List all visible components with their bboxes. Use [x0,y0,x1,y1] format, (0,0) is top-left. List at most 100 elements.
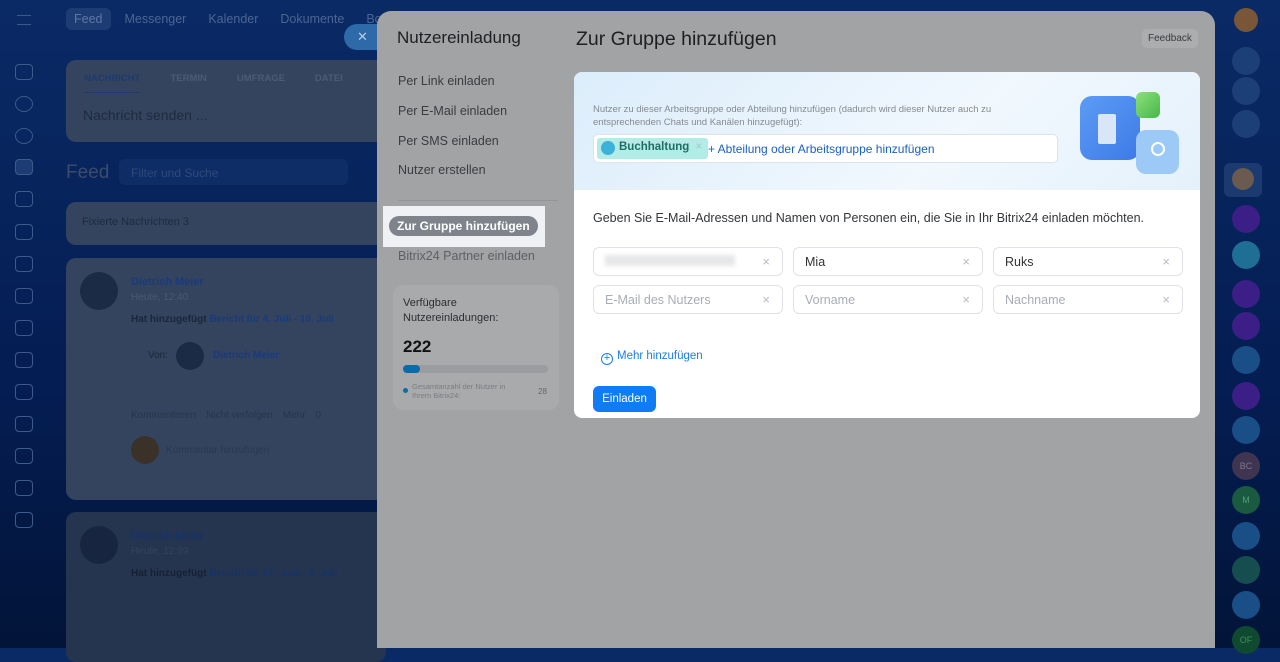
nav-messenger[interactable]: Messenger [117,8,195,30]
clear-icon[interactable]: × [1162,292,1170,307]
unfollow-link[interactable]: Nicht verfolgen [206,410,273,421]
from-label: Von: [148,350,169,361]
clear-icon[interactable]: × [1162,254,1170,269]
post-action: Hat hinzugefügt [131,568,207,579]
contact-avatar[interactable] [1224,163,1262,197]
drive-icon[interactable] [15,224,33,240]
email-field[interactable]: × [593,247,783,276]
first-name-value: Mia [805,255,826,269]
post-action: Hat hinzugefügt [131,314,207,325]
nav-link-invite[interactable]: Per Link einladen [398,74,495,88]
clear-icon[interactable]: × [962,292,970,307]
chat-bubble-icon[interactable] [1232,241,1260,269]
post-author[interactable]: Dietrich Meier [131,276,204,288]
task-icon[interactable] [1232,591,1260,619]
group-tag: Buchhaltung × [597,138,709,159]
composer-input[interactable]: Nachricht senden ... [66,93,386,137]
composer: NACHRICHT TERMIN UMFRAGE DATEI Nachricht… [66,60,386,142]
stats-total: 28 [538,387,547,396]
clear-icon[interactable]: × [762,254,770,269]
openline-icon[interactable] [1232,280,1260,308]
sign-icon[interactable] [15,384,33,400]
email-field[interactable]: E-Mail des Nutzers × [593,285,783,314]
tab-message[interactable]: NACHRICHT [84,73,141,93]
email-placeholder: E-Mail des Nutzers [605,293,711,307]
phone-icon[interactable] [1232,416,1260,444]
post-author[interactable]: Dietrich Meier [131,530,204,542]
pinned-messages[interactable]: Fixierte Nachrichten 3 [66,202,386,245]
feed-post: Dietrich Meier Heute, 12:40 Hat hinzugef… [66,258,386,500]
post-time: Heute, 12:40 [131,292,189,303]
chat-switch-icon[interactable] [1232,110,1260,138]
card-icon[interactable] [15,512,33,528]
nav-calendar[interactable]: Kalender [200,8,266,30]
nav-sms-invite[interactable]: Per SMS einladen [398,134,499,148]
crm-icon[interactable] [15,96,33,112]
group-icon [601,141,615,155]
clear-icon[interactable]: × [762,292,770,307]
divider [398,200,558,201]
document-icon[interactable] [15,448,33,464]
feedback-button[interactable]: Feedback [1142,29,1198,48]
nav-feed[interactable]: Feed [66,8,111,30]
clear-icon[interactable]: × [962,254,970,269]
filter-placeholder: Filter und Suche [131,166,219,180]
comment-link[interactable]: Kommentieren [131,410,196,421]
from-name[interactable]: Dietrich Meier [213,350,279,361]
task-icon[interactable] [1232,556,1260,584]
add-more-button[interactable]: + Mehr hinzufügen [601,350,703,365]
progress-bar [403,365,548,373]
nav-email-invite[interactable]: Per E-Mail einladen [398,104,507,118]
group-icon[interactable] [15,128,33,144]
home-icon[interactable] [15,64,33,80]
tab-file[interactable]: DATEI [315,73,343,93]
last-name-field[interactable]: Nachname × [993,285,1183,314]
avatar-of[interactable]: OF [1232,626,1260,654]
bell-icon[interactable] [1232,47,1260,75]
menu-icon[interactable] [17,15,31,25]
group-illustration-icon [1080,92,1179,176]
comment-input[interactable]: Kommentar hinzufügen [166,445,269,456]
store-icon[interactable] [15,416,33,432]
avatar-m[interactable]: M [1232,486,1260,514]
calendar-icon[interactable] [15,191,33,207]
from-avatar [176,342,204,370]
nav-create-user[interactable]: Nutzer erstellen [398,163,486,177]
first-name-field[interactable]: Vorname × [793,285,983,314]
tasks-icon[interactable] [15,288,33,304]
stats-legend: Gesamtanzahl der Nutzer in Ihrem Bitrix2… [412,382,506,400]
feed-title: Feed [66,162,110,183]
nav-add-to-group[interactable]: Zur Gruppe hinzufügen [389,216,538,236]
nav-highlight: Zur Gruppe hinzufügen [383,206,545,247]
nav-partner-invite[interactable]: Bitrix24 Partner einladen [398,249,535,263]
avatar-bc[interactable]: BC [1232,452,1260,480]
last-name-value: Ruks [1005,255,1034,269]
openline-icon[interactable] [1232,312,1260,340]
group-selector[interactable]: Buchhaltung × + Abteilung oder Arbeitsgr… [593,134,1058,163]
contact-card-icon[interactable] [1232,346,1260,374]
user-avatar[interactable] [1234,8,1258,32]
last-name-field[interactable]: Ruks × [993,247,1183,276]
progress-fill [403,365,421,373]
feed-icon[interactable] [15,159,33,175]
copilot-icon[interactable] [1232,77,1260,105]
tab-poll[interactable]: UMFRAGE [237,73,285,93]
mail-icon[interactable] [15,320,33,336]
post-link[interactable]: Bericht für 4. Juli - 10. Juli [209,314,333,325]
avatar [80,272,118,310]
add-group-link[interactable]: + Abteilung oder Arbeitsgruppe hinzufüge… [708,142,935,156]
post-link[interactable]: Bericht für 27. Juni - 3. Juli [209,568,337,579]
tab-event[interactable]: TERMIN [170,73,206,93]
invite-button[interactable]: Einladen [593,386,656,412]
openline-icon[interactable] [1232,205,1260,233]
filter-input[interactable]: Filter und Suche [119,159,348,185]
more-link[interactable]: Mehr [283,410,306,421]
board-icon[interactable] [15,256,33,272]
chat-icon[interactable] [15,352,33,368]
nav-documents[interactable]: Dokumente [272,8,352,30]
remove-tag-icon[interactable]: × [695,141,702,153]
first-name-field[interactable]: Mia × [793,247,983,276]
contact-icon[interactable] [15,480,33,496]
contact-card-icon[interactable] [1232,522,1260,550]
openline-icon[interactable] [1232,382,1260,410]
